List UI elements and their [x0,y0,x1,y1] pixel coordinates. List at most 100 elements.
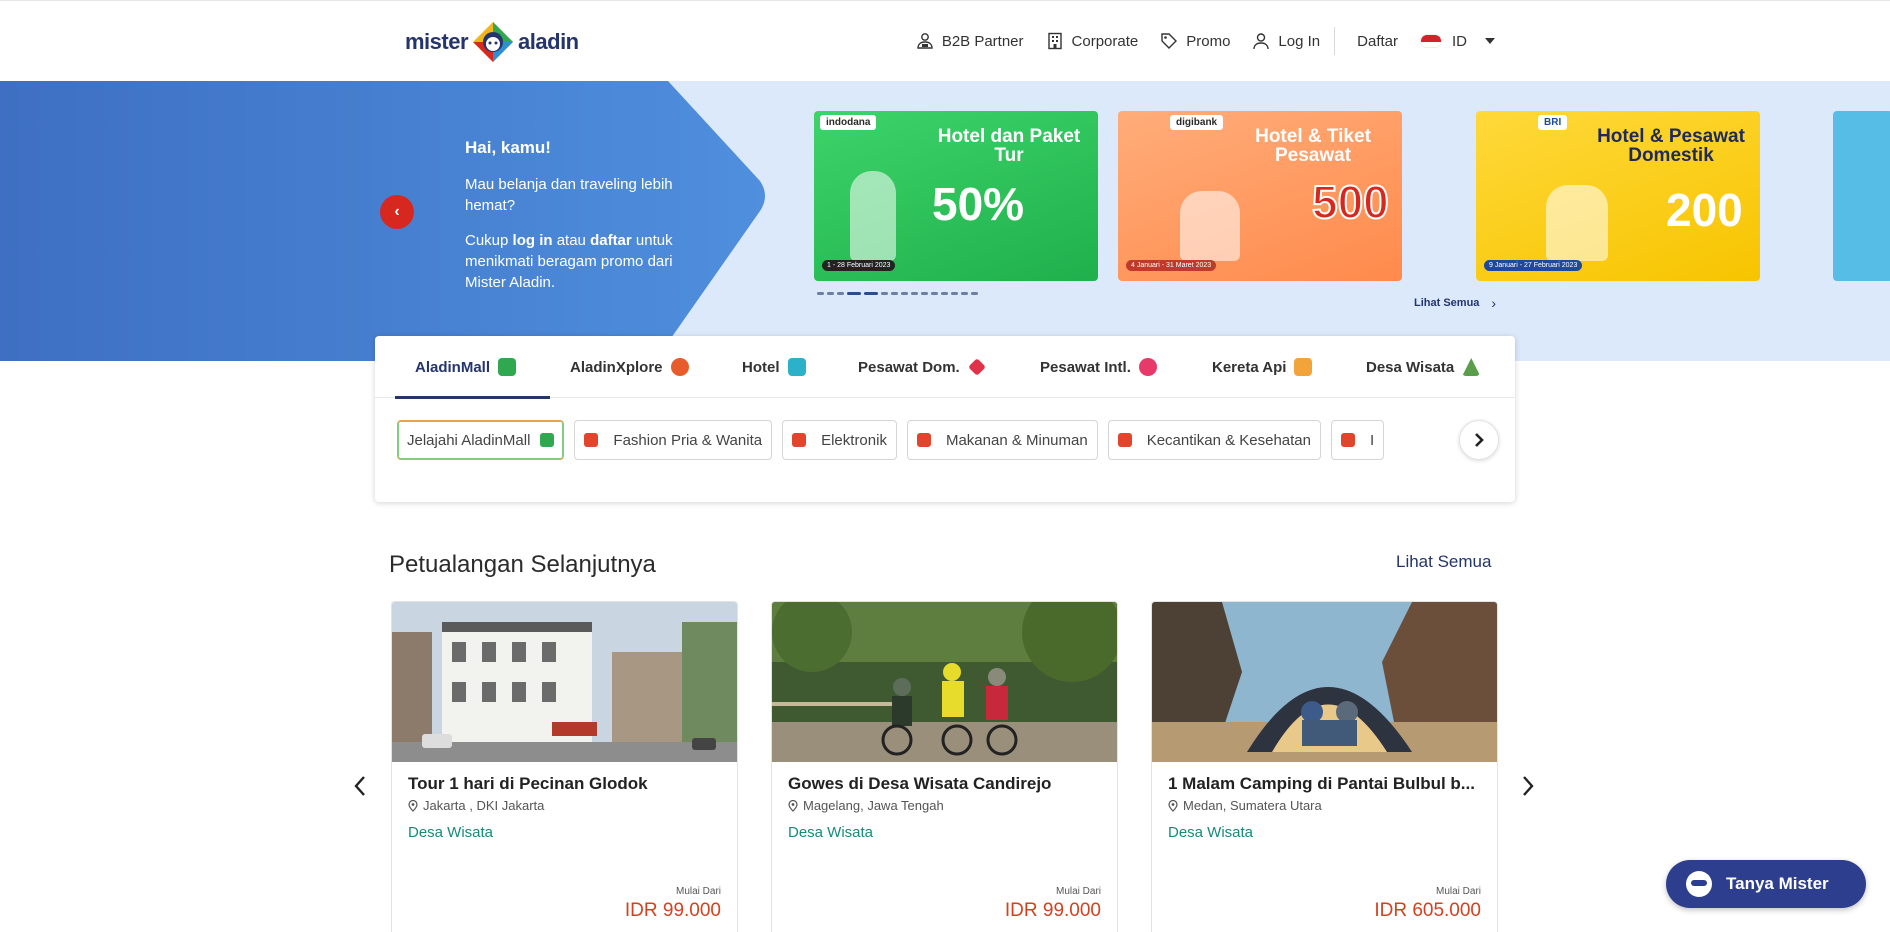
section-title: Petualangan Selanjutnya [389,551,656,578]
top-nav: B2B Partner Corporate Promo Log In Dafta… [894,25,1495,57]
cards-next-button[interactable] [1516,772,1540,800]
tab-hotel[interactable]: Hotel [742,336,806,398]
banner-brand: indodana [820,115,877,130]
tab-aladinxplore[interactable]: AladinXplore [570,336,689,398]
tag-icon [1161,33,1178,49]
nav-login[interactable]: Log In [1252,32,1320,50]
hero-line-1: Mau belanja dan traveling lebih hemat? [465,176,673,214]
hero-login-link[interactable]: log in [513,232,553,249]
map-pin-icon [788,799,798,812]
experience-category: Desa Wisata [1168,824,1254,841]
experience-photo [772,602,1117,762]
carousel-dot[interactable] [921,292,928,295]
experience-photo [1152,602,1497,762]
category-chips: Jelajahi AladinMall Fashion Pria & Wanit… [397,420,1467,462]
map-pin-icon [408,799,418,812]
carousel-dot-active[interactable] [864,292,878,295]
tab-pesawat-internasional[interactable]: Pesawat Intl. [1040,336,1157,398]
chip-label: Jelajahi AladinMall [407,431,531,449]
hero-register-link[interactable]: daftar [590,232,632,249]
carousel-dot[interactable] [911,292,918,295]
chip-kecantikan-kesehatan[interactable]: Kecantikan & Kesehatan [1107,420,1321,460]
carousel-dot[interactable] [941,292,948,295]
chip-label: Makanan & Minuman [945,431,1088,449]
carousel-dot[interactable] [827,292,834,295]
banner-brand: digibank [1170,115,1224,130]
banner-person [1180,191,1240,261]
tab-label: Kereta Api [1212,358,1287,376]
banner-dates: 1 - 28 Februari 2023 [822,260,896,271]
tab-kereta-api[interactable]: Kereta Api [1212,336,1313,398]
nav-register[interactable]: Daftar [1357,33,1398,50]
nav-b2b-partner[interactable]: B2B Partner [916,32,1024,50]
price-from-label: Mulai Dari [1055,886,1101,897]
banner-brand: BRI [1538,115,1568,130]
experience-title: Tour 1 hari di Pecinan Glodok [408,774,648,793]
hotel-icon [787,358,806,376]
nav-divider [1334,27,1336,55]
tab-pesawat-domestik[interactable]: Pesawat Dom. [858,336,986,398]
carousel-dot[interactable] [961,292,968,295]
experience-location: Jakarta , DKI Jakarta [408,798,544,813]
carousel-dot[interactable] [817,292,824,295]
section-see-all-link[interactable]: Lihat Semua [1396,552,1491,572]
chip-elektronik[interactable]: Elektronik [782,420,897,460]
carousel-dot[interactable] [891,292,898,295]
carousel-dot[interactable] [901,292,908,295]
carousel-dot[interactable] [971,292,978,295]
mister-aladin-logo[interactable]: mister aladin [405,17,579,67]
beauty-icon [1117,433,1132,447]
hero-greeting-title: Hai, kamu! [465,138,551,157]
carousel-dot[interactable] [837,292,844,295]
building-icon [1047,32,1062,50]
chip-fashion[interactable]: Fashion Pria & Wanita [574,420,773,460]
banner-dates: 9 Januari - 27 Februari 2023 [1484,260,1583,271]
tab-aladinmall[interactable]: AladinMall [415,336,517,398]
hero-line-2: Cukup log in atau daftar untuk menikmati… [465,230,715,293]
chevron-left-icon [354,776,365,796]
cards-prev-button[interactable] [348,772,372,800]
nav-promo[interactable]: Promo [1160,32,1230,50]
location-label: Magelang, Jawa Tengah [803,798,944,813]
nav-corporate[interactable]: Corporate [1046,32,1138,50]
chip-partial[interactable]: I [1331,420,1385,460]
hero-see-all-link[interactable]: Lihat Semua › [1414,295,1496,311]
banner-person [850,171,896,261]
tab-desa-wisata[interactable]: Desa Wisata [1366,336,1481,398]
nav-promo-label: Promo [1186,32,1231,50]
chevron-down-icon [1485,38,1495,44]
chip-label: Elektronik [821,431,887,449]
airplane-icon [967,358,986,376]
chip-jelajahi-aladinmall[interactable]: Jelajahi AladinMall [397,420,565,460]
experience-title: Gowes di Desa Wisata Candirejo [788,774,1052,793]
experience-category: Desa Wisata [788,824,874,841]
hero-line-2-b: atau [552,232,591,249]
experience-location: Medan, Sumatera Utara [1168,798,1322,813]
nav-register-label: Daftar [1357,32,1398,50]
logo-text-right: aladin [518,29,579,54]
map-pin-icon [670,358,689,376]
experience-price: IDR 99.000 [1004,900,1101,921]
tab-label: Pesawat Intl. [1040,358,1131,376]
carousel-dot[interactable] [931,292,938,295]
hero-prev-button[interactable]: ‹ [380,195,414,229]
experience-location: Magelang, Jawa Tengah [788,798,944,813]
promo-banner-bri[interactable]: BRI Hotel & Pesawat Domestik 200 9 Janua… [1476,111,1760,281]
promo-banner-partial[interactable] [1833,111,1890,281]
experience-card[interactable]: Gowes di Desa Wisata Candirejo Magelang,… [771,601,1118,932]
carousel-dot[interactable] [881,292,888,295]
promo-banner-digibank[interactable]: digibank Hotel & Tiket Pesawat 500 4 Jan… [1118,111,1402,281]
promo-banner-indodana[interactable]: indodana Hotel dan Paket Tur 50% 1 - 28 … [814,111,1098,281]
logo-mark-icon [471,20,515,64]
banner-big-value: 50% [932,178,1025,230]
carousel-dot[interactable] [951,292,958,295]
chip-makanan-minuman[interactable]: Makanan & Minuman [906,420,1098,460]
banner-title: Hotel & Tiket Pesawat [1255,126,1371,166]
fashion-icon [584,433,599,447]
tanya-mister-chat-button[interactable]: Tanya Mister [1666,860,1866,908]
experience-card[interactable]: Tour 1 hari di Pecinan Glodok Jakarta , … [391,601,738,932]
experience-card[interactable]: 1 Malam Camping di Pantai Bulbul b... Me… [1151,601,1498,932]
language-selector[interactable]: ID [1420,33,1495,50]
carousel-dot-active[interactable] [847,292,861,295]
chips-next-button[interactable] [1459,420,1499,460]
